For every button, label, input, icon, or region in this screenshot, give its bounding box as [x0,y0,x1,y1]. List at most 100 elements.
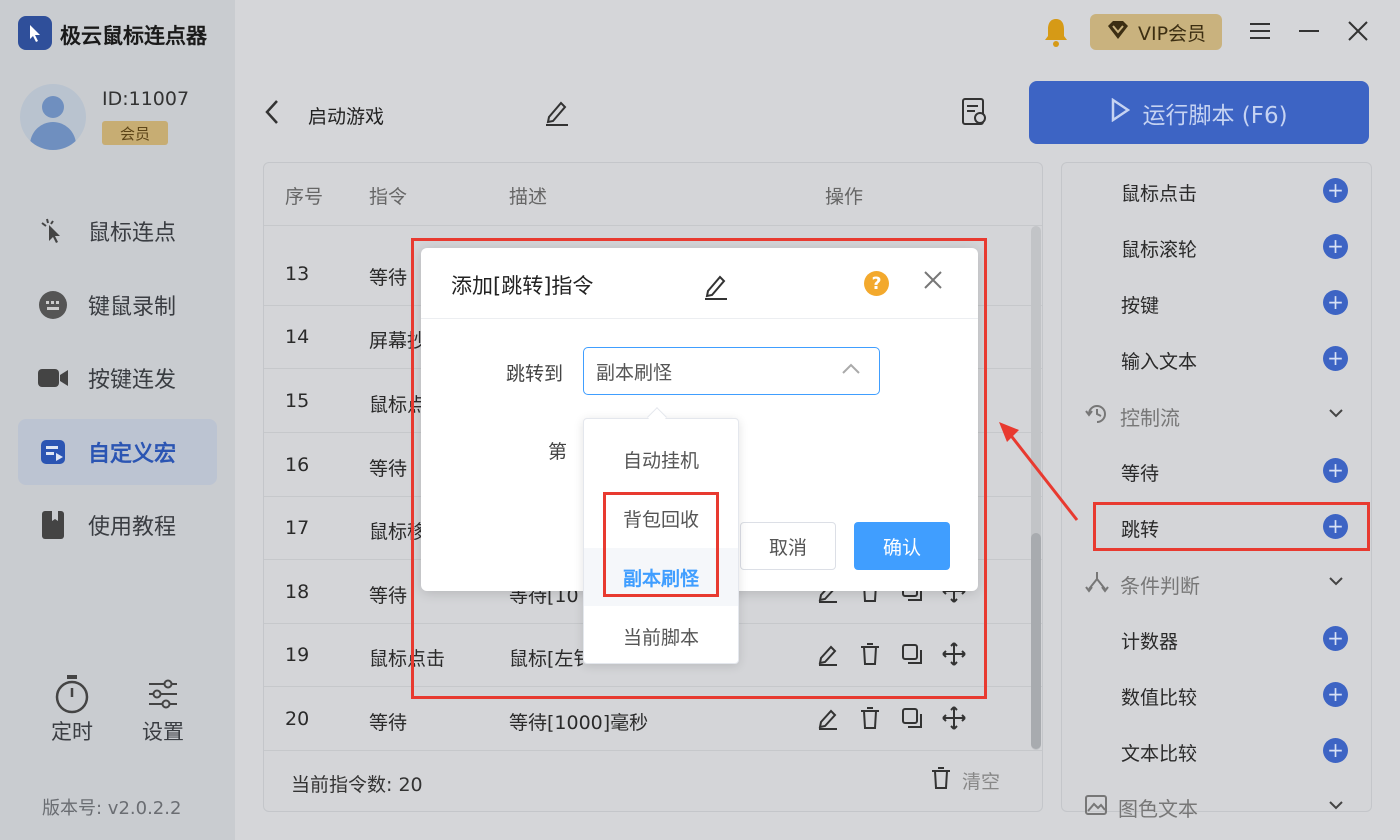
avatar[interactable] [20,84,86,150]
settings-label: 设置 [142,720,184,744]
palette-item-text-compare: 文本比较 [1121,743,1198,765]
minimize-icon[interactable] [1298,20,1320,46]
chevron-down-icon[interactable] [1328,404,1344,423]
back-arrow-icon[interactable] [262,98,282,133]
plus-circle-icon[interactable]: + [1323,458,1348,483]
table-scroll-thumb[interactable] [1031,533,1041,749]
run-script-button[interactable]: 运行脚本 (F6) [1029,81,1369,144]
plus-circle-icon[interactable]: + [1323,346,1348,371]
footer-divider [264,750,1042,751]
stopwatch-icon [32,672,112,716]
palette-item-counter: 计数器 [1121,631,1179,653]
row-no: 17 [285,517,310,539]
col-header-desc: 描述 [509,186,548,208]
command-palette [1061,162,1372,812]
chevron-down-icon[interactable] [1328,572,1344,591]
annotation-arrow-icon [995,418,1085,532]
row-no: 16 [285,454,310,476]
nav-mouse-click[interactable]: 鼠标连点 [18,198,217,264]
sliders-icon [123,672,203,716]
timer-button[interactable]: 定时 [32,672,112,746]
row-desc: 等待[1000]毫秒 [509,712,649,734]
script-log-icon[interactable] [961,97,989,131]
nav-record[interactable]: 键鼠录制 [18,272,217,338]
image-icon [1084,794,1108,821]
row-no: 15 [285,390,310,412]
video-camera-icon [36,361,70,395]
settings-button[interactable]: 设置 [123,672,203,746]
diamond-icon [1106,20,1130,45]
nav-label: 键鼠录制 [88,295,177,320]
row-no: 18 [285,581,310,603]
group-color-text[interactable]: 图色文本 [1084,793,1198,822]
palette-item-number-compare: 数值比较 [1121,687,1198,709]
plus-circle-icon[interactable]: + [1323,234,1348,259]
edit-name-icon[interactable] [543,98,571,130]
app-logo-icon [18,16,52,50]
edit-icon[interactable] [814,704,842,732]
bell-icon[interactable] [1042,16,1070,52]
nav-custom-macro[interactable]: 自定义宏 [18,419,217,485]
nav-label: 按键连发 [88,368,177,393]
menu-icon[interactable] [1249,20,1271,46]
macro-name: 启动游戏 [308,106,385,128]
row-ops [814,704,968,732]
nav-tutorial[interactable]: 使用教程 [18,492,217,558]
plus-circle-icon[interactable]: + [1323,626,1348,651]
clear-button[interactable]: 清空 [930,766,1000,795]
clear-label: 清空 [962,771,1001,793]
nav-label: 鼠标连点 [88,221,177,246]
palette-item-mouse-click: 鼠标点击 [1121,183,1198,205]
nav-key-repeat[interactable]: 按键连发 [18,345,217,411]
plus-circle-icon[interactable]: + [1323,178,1348,203]
user-id: ID:11007 [102,88,190,110]
nav-label: 使用教程 [88,515,177,540]
vip-label: VIP会员 [1137,22,1207,45]
group-label: 控制流 [1120,406,1180,430]
close-window-icon[interactable] [1347,20,1369,46]
group-control-flow[interactable]: 控制流 [1084,401,1180,432]
highlight-jump-item [1093,502,1370,551]
vip-button[interactable]: VIP会员 [1090,14,1222,50]
version-label: 版本号: v2.0.2.2 [42,798,182,819]
branch-icon [1084,569,1110,600]
palette-item-wait: 等待 [1121,463,1160,485]
row-cmd: 等待 [369,267,408,289]
group-label: 图色文本 [1118,797,1198,821]
play-icon [1110,97,1131,128]
col-header-ops: 操作 [825,186,864,208]
highlight-dialog [411,238,987,699]
title-bar [235,0,1400,70]
member-badge: 会员 [102,121,168,145]
app-title: 极云鼠标连点器 [60,24,207,48]
timer-label: 定时 [51,720,93,744]
group-condition[interactable]: 条件判断 [1084,569,1200,600]
macro-icon [36,435,70,469]
row-cmd: 等待 [369,712,408,734]
book-icon [36,508,70,542]
plus-circle-icon[interactable]: + [1323,682,1348,707]
chevron-down-icon[interactable] [1328,796,1344,815]
palette-item-key: 按键 [1121,295,1160,317]
row-cmd: 等待 [369,585,408,607]
move-icon[interactable] [940,704,968,732]
control-flow-icon [1084,401,1110,432]
col-header-no: 序号 [285,186,324,208]
copy-icon[interactable] [898,704,926,732]
run-label: 运行脚本 (F6) [1142,102,1288,129]
plus-circle-icon[interactable]: + [1323,290,1348,315]
keyboard-mouse-record-icon [36,288,70,322]
palette-item-mouse-wheel: 鼠标滚轮 [1121,239,1198,261]
command-count: 当前指令数: 20 [291,774,423,796]
plus-circle-icon[interactable]: + [1323,738,1348,763]
palette-item-input-text: 输入文本 [1121,351,1198,373]
row-no: 14 [285,326,310,348]
row-no: 19 [285,644,310,666]
nav-label: 自定义宏 [88,442,177,467]
group-label: 条件判断 [1120,574,1200,598]
row-cmd: 等待 [369,458,408,480]
row-no: 13 [285,263,310,285]
delete-icon[interactable] [856,704,884,732]
trash-icon [930,766,952,795]
row-no: 20 [285,708,310,730]
